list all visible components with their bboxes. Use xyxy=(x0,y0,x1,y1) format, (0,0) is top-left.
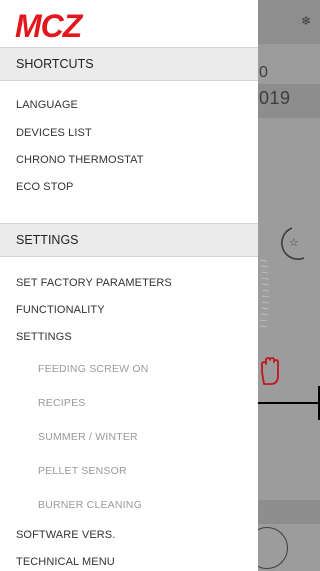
menu-item-chrono-thermostat[interactable]: CHRONO THERMOSTAT xyxy=(16,154,144,166)
dial-ticks xyxy=(259,259,270,328)
section-header-shortcuts: SHORTCUTS xyxy=(0,47,258,81)
navigation-drawer: MCZ SHORTCUTS LANGUAGE DEVICES LIST CHRO… xyxy=(0,0,258,571)
background-date-fragment: 0 xyxy=(259,64,268,81)
menu-item-software-vers[interactable]: SOFTWARE VERS. xyxy=(16,529,115,541)
snowflake-icon: ❄ xyxy=(300,14,311,28)
menu-item-set-factory-parameters[interactable]: SET FACTORY PARAMETERS xyxy=(16,277,172,289)
menu-item-devices-list[interactable]: DEVICES LIST xyxy=(16,127,92,139)
svg-text:MCZ: MCZ xyxy=(15,8,84,43)
submenu-item-pellet-sensor[interactable]: PELLET SENSOR xyxy=(38,465,127,477)
section-header-settings: SETTINGS xyxy=(0,223,258,257)
svg-text:☆: ☆ xyxy=(289,236,299,249)
mcz-logo: MCZ xyxy=(15,8,85,43)
menu-item-settings[interactable]: SETTINGS xyxy=(16,331,72,343)
background-date-text: 019 xyxy=(259,88,291,108)
menu-item-technical-menu[interactable]: TECHNICAL MENU xyxy=(16,556,115,568)
menu-item-eco-stop[interactable]: ECO STOP xyxy=(16,181,73,193)
submenu-item-burner-cleaning[interactable]: BURNER CLEANING xyxy=(38,499,142,511)
moon-star-icon: ☆ xyxy=(281,227,305,260)
submenu-item-recipes[interactable]: RECIPES xyxy=(38,397,86,409)
menu-item-functionality[interactable]: FUNCTIONALITY xyxy=(16,304,105,316)
submenu-item-feeding-screw-on[interactable]: FEEDING SCREW ON xyxy=(38,363,149,375)
hand-icon xyxy=(261,357,279,385)
submenu-item-summer-winter[interactable]: SUMMER / WINTER xyxy=(38,431,138,443)
menu-item-language[interactable]: LANGUAGE xyxy=(16,99,78,111)
